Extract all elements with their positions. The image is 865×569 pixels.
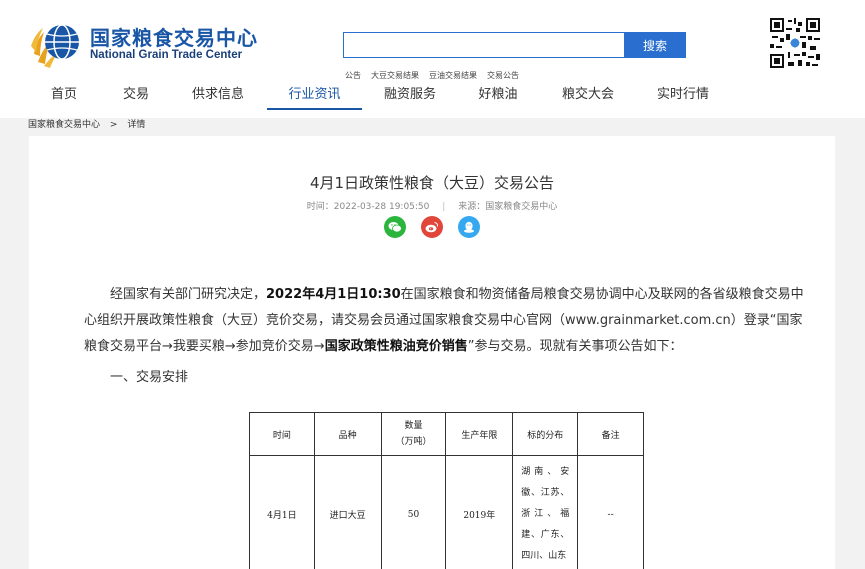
header-cell: 时间 xyxy=(249,412,315,456)
site-logo[interactable]: 国家粮食交易中心 National Grain Trade Center xyxy=(28,16,268,74)
search-box xyxy=(343,32,625,58)
search-button[interactable]: 搜索 xyxy=(624,32,686,58)
nav-item-trade[interactable]: 交易 xyxy=(112,84,160,110)
body-text: ”参与交易。现就有关事项公告如下： xyxy=(467,339,683,354)
breadcrumb: 国家粮食交易中心 > 详情 xyxy=(28,117,145,130)
header-cell: 标的分布 xyxy=(512,412,579,456)
site-header: 国家粮食交易中心 National Grain Trade Center 搜索 … xyxy=(0,0,865,130)
distribution-text: 湖南、安徽、江苏、浙江、福建、广东、四川、山东 xyxy=(521,467,570,561)
section-heading: 一、交易安排 xyxy=(110,370,189,385)
header-cell: 数量 （万吨） xyxy=(380,412,447,456)
meta-separator: | xyxy=(442,202,446,212)
cell-year: 2019年 xyxy=(445,455,514,569)
hot-link[interactable]: 交易公告 xyxy=(487,70,519,81)
table-row: 4月1日 进口大豆 50 2019年 湖南、安徽、江苏、浙江、福建、广东、四川、… xyxy=(249,455,644,569)
body-bold-date: 2022年4月1日10:30 xyxy=(266,287,401,302)
search-input[interactable] xyxy=(344,33,624,57)
body-text: 经国家有关部门研究决定， xyxy=(110,287,267,302)
main-nav: 首页 交易 供求信息 行业资讯 融资服务 好粮油 粮交大会 实时行情 xyxy=(0,84,865,110)
article-panel: 4月1日政策性粮食（大豆）交易公告 时间：2022-03-28 19:05:50… xyxy=(29,136,835,569)
header-cell: 备注 xyxy=(577,412,644,456)
cell-time: 4月1日 xyxy=(249,455,315,569)
nav-item-good-grain-oil[interactable]: 好粮油 xyxy=(468,84,528,110)
nav-item-supply-demand[interactable]: 供求信息 xyxy=(182,84,254,110)
header-qty-line: 数量 xyxy=(404,421,423,431)
article-source: 来源：国家粮食交易中心 xyxy=(458,202,558,212)
nav-item-grain-expo[interactable]: 粮交大会 xyxy=(552,84,624,110)
cell-quantity: 50 xyxy=(380,455,447,569)
logo-chinese-name: 国家粮食交易中心 xyxy=(90,26,258,50)
publish-time: 时间：2022-03-28 19:05:50 xyxy=(306,202,430,212)
cell-distribution: 湖南、安徽、江苏、浙江、福建、广东、四川、山东 xyxy=(512,455,579,569)
article-meta: 时间：2022-03-28 19:05:50 | 来源：国家粮食交易中心 xyxy=(29,199,835,212)
breadcrumb-separator: > xyxy=(109,120,118,130)
share-wechat-button[interactable] xyxy=(384,216,406,238)
header-cell: 生产年限 xyxy=(445,412,514,456)
qq-icon xyxy=(464,221,474,233)
logo-english-name: National Grain Trade Center xyxy=(90,49,243,61)
header-cell: 品种 xyxy=(313,412,382,456)
hot-link[interactable]: 公告 xyxy=(345,70,361,81)
breadcrumb-home[interactable]: 国家粮食交易中心 xyxy=(28,120,100,130)
nav-item-industry-news[interactable]: 行业资讯 xyxy=(267,84,362,110)
hot-link[interactable]: 豆油交易结果 xyxy=(429,70,477,81)
share-qq-button[interactable] xyxy=(458,216,480,238)
breadcrumb-current: 详情 xyxy=(127,120,146,130)
article-title: 4月1日政策性粮食（大豆）交易公告 xyxy=(309,174,555,192)
article-body-paragraph: 经国家有关部门研究决定，2022年4月1日10:30在国家粮食和物资储备局粮食交… xyxy=(84,282,814,360)
body-bold-menu: 国家政策性粮油竞价销售 xyxy=(324,339,468,354)
hot-link[interactable]: 大豆交易结果 xyxy=(371,70,419,81)
grain-globe-logo-icon xyxy=(31,24,79,68)
wechat-icon xyxy=(388,222,402,233)
cell-remark: -- xyxy=(577,455,644,569)
trade-schedule-table: 时间 品种 数量 （万吨） 生产年限 标的分布 备注 4月1日 进口大豆 50 2… xyxy=(249,412,644,569)
header-qty-unit: （万吨） xyxy=(395,437,432,447)
nav-item-home[interactable]: 首页 xyxy=(40,84,88,110)
weibo-icon xyxy=(425,222,439,233)
cell-variety: 进口大豆 xyxy=(313,455,382,569)
nav-item-live-quotes[interactable]: 实时行情 xyxy=(647,84,719,110)
hot-links: 公告 大豆交易结果 豆油交易结果 交易公告 xyxy=(345,70,529,81)
nav-item-financing[interactable]: 融资服务 xyxy=(374,84,446,110)
share-weibo-button[interactable] xyxy=(421,216,443,238)
qr-code-icon xyxy=(770,18,820,68)
table-header-row: 时间 品种 数量 （万吨） 生产年限 标的分布 备注 xyxy=(249,412,644,456)
